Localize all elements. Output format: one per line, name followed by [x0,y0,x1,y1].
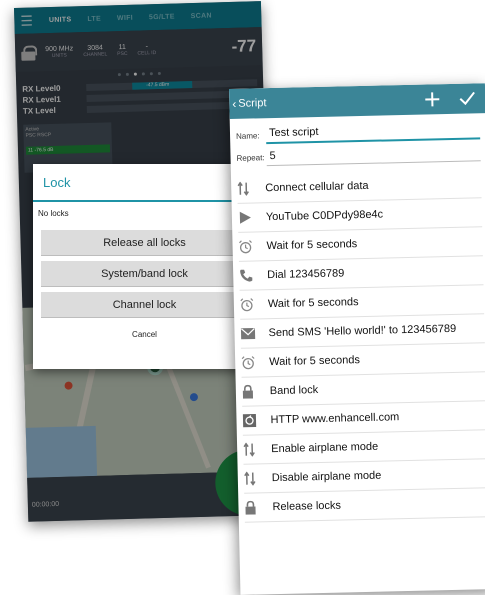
system-band-lock-button[interactable]: System/band lock [41,261,248,287]
alarm-icon [241,355,261,370]
name-label: Name: [235,131,260,141]
lock-dialog: Lock No locks Release all locks System/b… [33,164,256,369]
script-toolbar: ‹ Script [229,83,485,119]
lock-icon [244,500,264,515]
chevron-left-icon: ‹ [232,96,237,111]
web-icon [242,413,262,428]
alarm-icon [240,297,260,312]
composite-screenshot: ☰ UNITS LTE WIFI 5G/LTE SCAN 900 MHz UNIT… [0,0,485,595]
phone-icon [239,268,259,282]
dialog-title: Lock [33,164,256,202]
back-button[interactable]: ‹ Script [232,96,266,111]
repeat-label: Repeat: [236,153,265,163]
script-step-list: Connect cellular data YouTube C0DPdy98e4… [231,169,485,523]
release-all-locks-button[interactable]: Release all locks [41,230,248,256]
add-icon[interactable] [425,92,439,106]
checkmark-icon[interactable] [459,91,475,106]
data-transfer-icon [243,442,263,457]
envelope-icon [240,326,260,340]
channel-lock-button[interactable]: Channel lock [41,292,248,318]
play-icon [238,210,258,224]
cancel-button[interactable]: Cancel [33,330,256,339]
dialog-message: No locks [38,209,69,218]
toolbar-title: Script [238,97,267,110]
data-transfer-icon [237,181,257,196]
alarm-icon [238,239,258,254]
lock-icon [242,384,262,399]
script-screen: ‹ Script Name: Test script Repeat: 5 Con… [229,83,485,595]
repeat-input[interactable]: 5 [266,145,481,167]
data-transfer-icon [244,471,264,486]
